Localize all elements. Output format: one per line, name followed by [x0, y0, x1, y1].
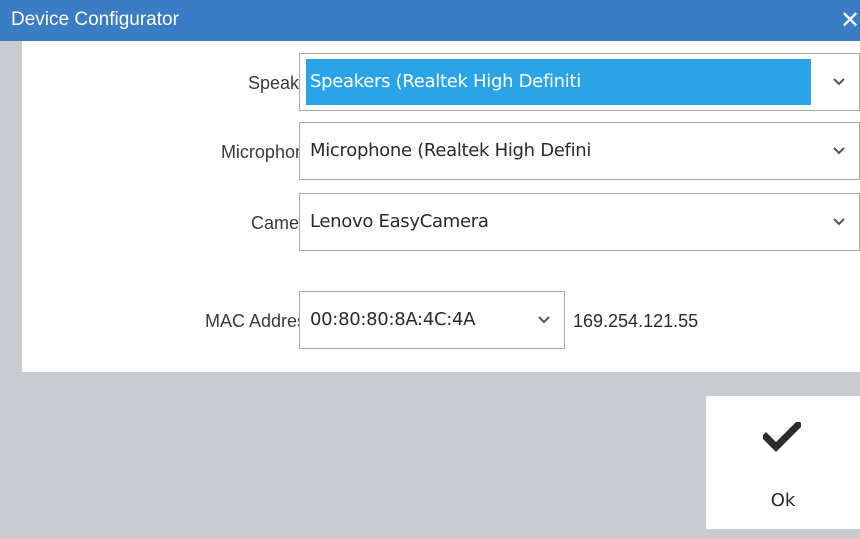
mac-address-row: MAC Address 00:80:80:8A:4C:4A 169.254.12… — [22, 291, 860, 355]
microphone-select[interactable]: Microphone (Realtek High Defini — [299, 122, 860, 180]
chevron-down-icon[interactable] — [819, 194, 859, 250]
microphone-row: Microphone Microphone (Realtek High Defi… — [22, 122, 860, 182]
chevron-down-icon[interactable] — [819, 54, 859, 110]
chevron-down-icon[interactable] — [524, 292, 564, 348]
ok-button[interactable]: Ok — [706, 396, 860, 529]
chevron-down-icon[interactable] — [819, 123, 859, 179]
title-bar: Device Configurator ✕ — [0, 0, 860, 41]
settings-panel: Speaker Speakers (Realtek High Definiti … — [22, 41, 860, 372]
camera-select[interactable]: Lenovo EasyCamera — [299, 193, 860, 251]
camera-value: Lenovo EasyCamera — [310, 211, 489, 232]
microphone-value: Microphone (Realtek High Defini — [310, 140, 592, 161]
ip-address: 169.254.121.55 — [573, 311, 699, 331]
speaker-row: Speaker Speakers (Realtek High Definiti — [22, 53, 860, 113]
ok-label: Ok — [770, 490, 796, 511]
speaker-select[interactable]: Speakers (Realtek High Definiti — [299, 53, 860, 111]
mac-address-select[interactable]: 00:80:80:8A:4C:4A — [299, 291, 565, 349]
close-icon[interactable]: ✕ — [840, 8, 860, 32]
camera-row: Camera Lenovo EasyCamera — [22, 193, 860, 253]
window-title: Device Configurator — [11, 9, 179, 30]
checkmark-icon — [761, 420, 803, 457]
speaker-value: Speakers (Realtek High Definiti — [310, 71, 581, 92]
mac-address-value: 00:80:80:8A:4C:4A — [310, 309, 476, 330]
